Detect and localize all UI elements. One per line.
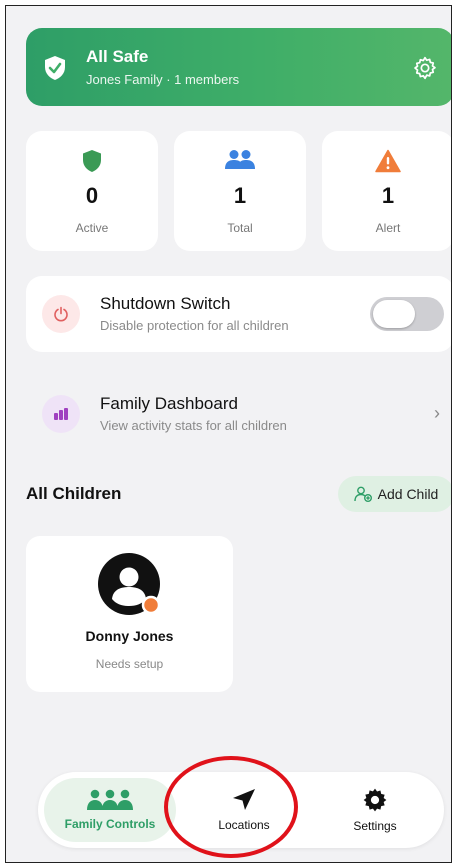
add-child-button[interactable]: Add Child	[338, 476, 451, 512]
shutdown-switch-row: Shutdown Switch Disable protection for a…	[26, 276, 451, 352]
chevron-right-icon: ›	[434, 403, 440, 423]
dashboard-title: Family Dashboard	[100, 394, 238, 413]
shield-icon	[83, 150, 101, 172]
stat-label: Alert	[375, 221, 401, 235]
toggle-knob	[373, 300, 415, 328]
shutdown-title: Shutdown Switch	[100, 294, 231, 313]
stat-total: 1 Total	[174, 131, 306, 251]
bar-chart-icon	[42, 395, 80, 433]
shield-check-icon	[45, 56, 65, 80]
stat-label: Active	[75, 221, 109, 235]
child-status: Needs setup	[95, 657, 164, 671]
users-icon	[225, 150, 255, 169]
section-title: All Children	[26, 484, 122, 503]
gear-icon[interactable]	[412, 55, 438, 81]
family-dashboard-row[interactable]: Family Dashboard View activity stats for…	[26, 376, 451, 452]
tab-label: Settings	[353, 819, 397, 833]
warning-icon	[375, 149, 401, 173]
child-name: Donny Jones	[85, 628, 174, 644]
family-icon	[87, 789, 133, 810]
tab-family-controls[interactable]: Family Controls	[44, 772, 176, 848]
stat-active: 0 Active	[26, 131, 158, 251]
add-child-label: Add Child	[377, 486, 439, 502]
status-banner[interactable]: All Safe Jones Family · 1 members	[26, 28, 451, 106]
shutdown-subtitle: Disable protection for all children	[100, 318, 289, 333]
stat-value: 1	[233, 183, 247, 208]
tab-settings[interactable]: Settings	[312, 772, 438, 848]
dashboard-subtitle: View activity stats for all children	[100, 418, 287, 433]
highlight-circle-annotation	[164, 756, 298, 858]
family-subtitle: Jones Family · 1 members	[86, 72, 240, 87]
stat-label: Total	[227, 221, 253, 235]
power-icon	[42, 295, 80, 333]
tab-label: Family Controls	[64, 817, 156, 831]
child-card[interactable]: Donny Jones Needs setup	[26, 536, 233, 692]
stat-value: 0	[85, 183, 99, 208]
gear-icon	[363, 788, 387, 812]
avatar	[98, 553, 160, 615]
status-title: All Safe	[86, 47, 149, 66]
shutdown-toggle[interactable]	[370, 297, 444, 331]
stat-value: 1	[381, 183, 395, 208]
add-user-icon	[353, 486, 372, 502]
stat-alert: 1 Alert	[322, 131, 451, 251]
app-screen: All Safe Jones Family · 1 members 0 Acti…	[5, 5, 452, 863]
